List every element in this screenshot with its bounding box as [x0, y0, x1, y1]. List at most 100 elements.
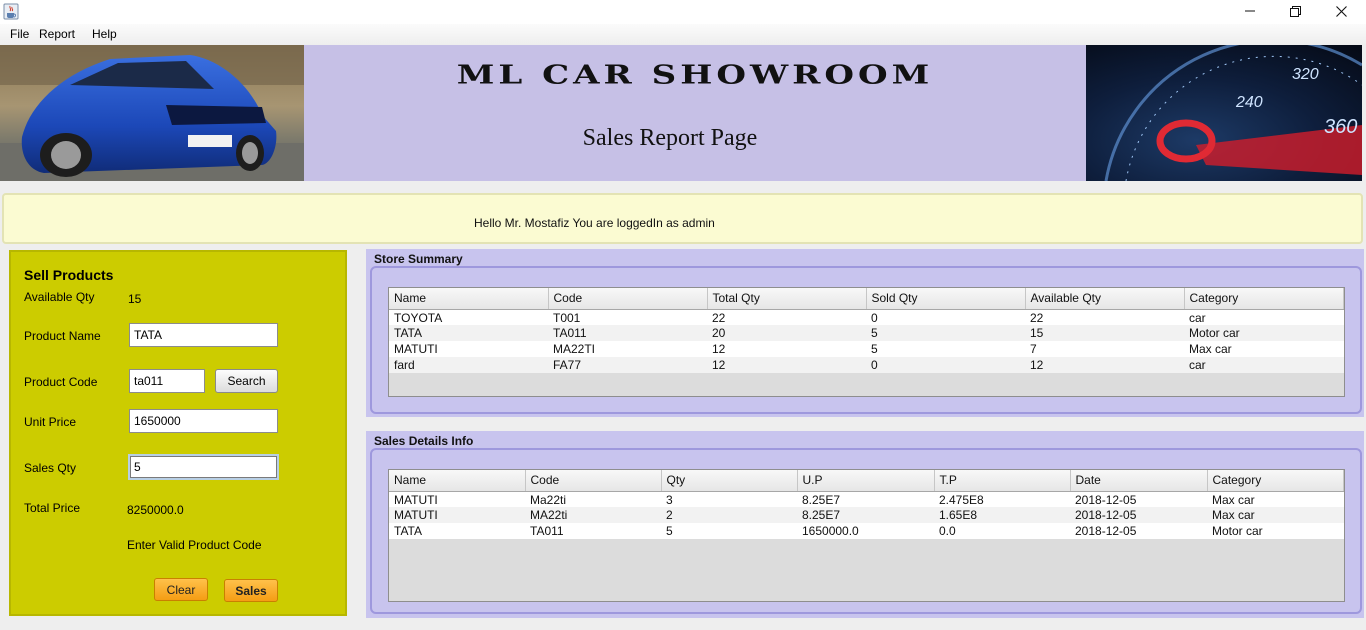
title-bar: [0, 0, 1366, 24]
details-table-cell: Max car: [1207, 507, 1344, 523]
details-table-row[interactable]: MATUTI Ma22ti 3 8.25E7 2.475E8 2018-12-05 Max …: [389, 491, 1344, 507]
restore-icon: [1289, 5, 1301, 17]
page-subtitle: Sales Report Page: [582, 125, 758, 151]
summary-table-row[interactable]: TATA TA011 20 5 15 Motor car: [389, 325, 1344, 341]
total-price-value: 8250000.0: [127, 503, 184, 517]
summary-table-cell: 5: [866, 341, 1025, 357]
details-table-cell: MATUTI: [389, 491, 525, 507]
summary-table-row[interactable]: TOYOTA T001 22 0 22 car: [389, 309, 1344, 325]
search-button[interactable]: Search: [215, 369, 278, 393]
details-table-cell: 8.25E7: [797, 491, 934, 507]
store-summary-table[interactable]: Name Code Total Qty Sold Qty Available Qty Ca…: [388, 287, 1345, 397]
details-table-cell: TA011: [525, 523, 661, 539]
unit-price-label: Unit Price: [24, 415, 77, 429]
summary-table-cell: TA011: [548, 325, 707, 341]
details-column-header[interactable]: Name: [389, 470, 526, 492]
details-column-header[interactable]: Code: [525, 470, 662, 492]
sales-qty-label: Sales Qty: [24, 461, 77, 475]
sales-details-table[interactable]: Name Code Qty U.P T.P Date Category MATUTI Ma22…: [388, 469, 1345, 602]
details-table-cell: Max car: [1207, 491, 1344, 507]
summary-table-cell: TOYOTA: [389, 309, 548, 325]
summary-table-cell: 22: [707, 309, 866, 325]
minimize-icon: [1245, 10, 1255, 12]
product-code-input[interactable]: [129, 369, 205, 393]
details-table-cell: 8.25E7: [797, 507, 934, 523]
summary-table-cell: 12: [707, 341, 866, 357]
details-table-cell: 1650000.0: [797, 523, 934, 539]
java-cup-icon: [3, 3, 19, 20]
svg-text:240: 240: [1235, 94, 1263, 111]
summary-table-cell: FA77: [548, 357, 707, 373]
summary-table-cell: TATA: [389, 325, 548, 341]
summary-table-cell: 22: [1025, 309, 1184, 325]
menu-file[interactable]: File: [10, 27, 29, 41]
store-summary-panel: Store Summary Name Code Total Qty Sold Qty A…: [366, 249, 1364, 417]
details-column-header[interactable]: Category: [1207, 470, 1344, 492]
sell-products-panel: Sell Products Available Qty 15 Product N…: [9, 250, 347, 616]
validation-message: Enter Valid Product Code: [127, 538, 262, 552]
details-table-cell: 0.0: [934, 523, 1070, 539]
unit-price-input[interactable]: [129, 409, 278, 433]
restore-button[interactable]: [1272, 0, 1318, 22]
sales-qty-input[interactable]: [128, 454, 279, 480]
summary-table-cell: 7: [1025, 341, 1184, 357]
details-table-cell: 2.475E8: [934, 491, 1070, 507]
summary-table-cell: 12: [707, 357, 866, 373]
store-summary-border: Name Code Total Qty Sold Qty Available Qty Ca…: [370, 266, 1362, 414]
summary-table-cell: MATUTI: [389, 341, 548, 357]
summary-column-header[interactable]: Sold Qty: [866, 288, 1026, 310]
summary-table-cell: Motor car: [1184, 325, 1344, 341]
minimize-button[interactable]: [1227, 0, 1273, 22]
summary-table-cell: 0: [866, 357, 1025, 373]
details-table-cell: 2018-12-05: [1070, 507, 1207, 523]
details-table-cell: Ma22ti: [525, 491, 661, 507]
speedometer-photo: 240 320 360: [1086, 45, 1362, 181]
summary-table-cell: Max car: [1184, 341, 1344, 357]
details-table-cell: TATA: [389, 523, 525, 539]
details-table-cell: 3: [661, 491, 797, 507]
summary-table-cell: car: [1184, 309, 1344, 325]
product-name-input[interactable]: [129, 323, 278, 347]
summary-table-cell: fard: [389, 357, 548, 373]
app-window: File Report Help ML CAR SHOWROOM Sales R…: [0, 0, 1366, 630]
close-button[interactable]: [1318, 0, 1364, 22]
details-table-cell: 5: [661, 523, 797, 539]
summary-column-header[interactable]: Total Qty: [707, 288, 867, 310]
summary-column-header[interactable]: Code: [548, 288, 708, 310]
welcome-message: Hello Mr. Mostafiz You are loggedIn as a…: [474, 216, 715, 230]
clear-button[interactable]: Clear: [154, 578, 208, 601]
summary-table-cell: 15: [1025, 325, 1184, 341]
details-table-cell: MA22ti: [525, 507, 661, 523]
product-code-label: Product Code: [24, 375, 98, 389]
sales-button[interactable]: Sales: [224, 579, 278, 602]
details-table-cell: 2: [661, 507, 797, 523]
store-summary-title: Store Summary: [374, 252, 463, 266]
svg-text:320: 320: [1292, 66, 1319, 83]
summary-column-header[interactable]: Available Qty: [1025, 288, 1185, 310]
summary-table-row[interactable]: fard FA77 12 0 12 car: [389, 357, 1344, 373]
menu-report[interactable]: Report: [39, 27, 75, 41]
details-column-header[interactable]: Qty: [661, 470, 798, 492]
car-photo: [0, 45, 304, 181]
summary-table-row[interactable]: MATUTI MA22TI 12 5 7 Max car: [389, 341, 1344, 357]
details-column-header[interactable]: U.P: [797, 470, 935, 492]
details-table-row[interactable]: MATUTI MA22ti 2 8.25E7 1.65E8 2018-12-05 Max c…: [389, 507, 1344, 523]
header-banner: ML CAR SHOWROOM Sales Report Page 240 32…: [0, 45, 1366, 181]
welcome-banner: Hello Mr. Mostafiz You are loggedIn as a…: [2, 193, 1363, 244]
details-table-cell: Motor car: [1207, 523, 1344, 539]
summary-table-cell: 5: [866, 325, 1025, 341]
details-table-cell: 2018-12-05: [1070, 523, 1207, 539]
details-column-header[interactable]: Date: [1070, 470, 1208, 492]
summary-column-header[interactable]: Name: [389, 288, 549, 310]
sales-details-title: Sales Details Info: [374, 434, 474, 448]
details-table-row[interactable]: TATA TA011 5 1650000.0 0.0 2018-12-05 Motor ca…: [389, 523, 1344, 539]
summary-table-cell: T001: [548, 309, 707, 325]
product-name-label: Product Name: [24, 329, 101, 343]
summary-table-cell: 12: [1025, 357, 1184, 373]
details-column-header[interactable]: T.P: [934, 470, 1071, 492]
showroom-title: ML CAR SHOWROOM: [456, 59, 934, 91]
details-table-cell: 1.65E8: [934, 507, 1070, 523]
menu-help[interactable]: Help: [92, 27, 117, 41]
summary-table-cell: 0: [866, 309, 1025, 325]
summary-column-header[interactable]: Category: [1184, 288, 1344, 310]
